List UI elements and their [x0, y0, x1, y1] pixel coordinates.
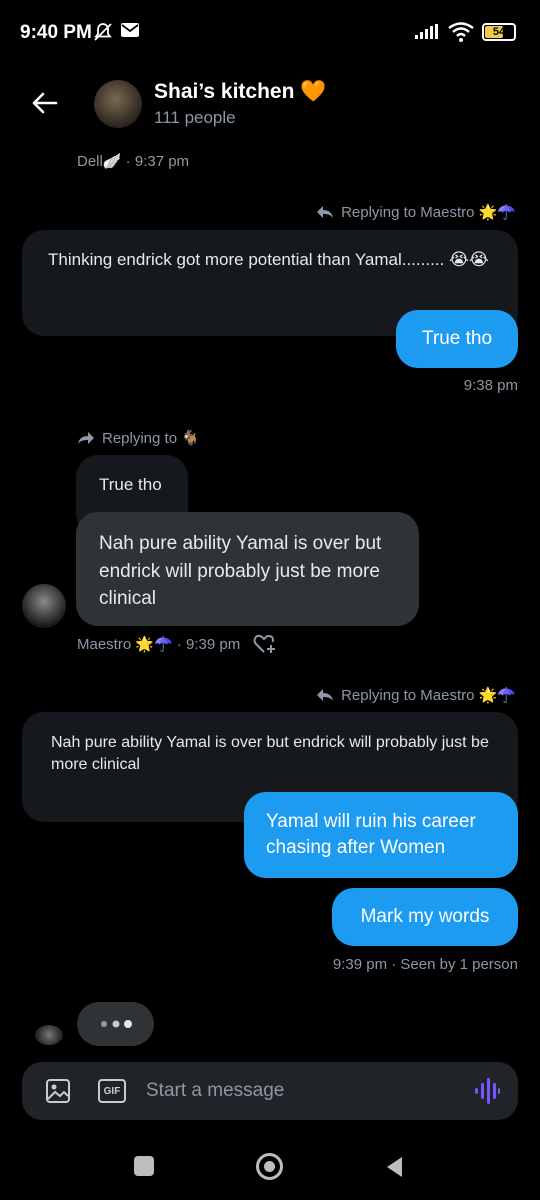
nav-recents-button[interactable] [134, 1156, 154, 1176]
group-avatar[interactable] [94, 80, 142, 128]
quoted-text: Nah pure ability Yamal is over but endri… [51, 734, 489, 773]
voice-icon[interactable] [474, 1077, 500, 1105]
signal-icon [415, 24, 438, 39]
heart-plus-icon[interactable] [253, 633, 277, 655]
message-meta: Maestro 🌟☂️ · 9:39 pm [77, 636, 241, 653]
reply-label: Replying to Maestro 🌟☂️ [315, 686, 516, 704]
reply-icon [317, 206, 334, 218]
quoted-text: Thinking endrick got more potential than… [48, 250, 489, 269]
message-text: Yamal will ruin his career chasing after… [266, 811, 476, 858]
reply-label-text: Replying to Maestro 🌟☂️ [341, 687, 516, 704]
message-bubble-received[interactable]: Nah pure ability Yamal is over but endri… [76, 512, 419, 626]
reply-label: Replying to Maestro 🌟☂️ [315, 203, 516, 221]
status-notification-icons [92, 22, 140, 42]
message-meta: 9:39 pm · Seen by 1 person [332, 956, 518, 973]
forward-reply-icon [78, 432, 94, 444]
gif-icon[interactable]: GIF [98, 1079, 126, 1103]
back-arrow-icon[interactable] [28, 86, 62, 120]
reply-icon [317, 689, 334, 701]
battery-indicator: 54 [482, 23, 516, 41]
message-input[interactable]: Start a message [146, 1080, 284, 1102]
wifi-icon [448, 22, 474, 42]
status-system-icons: 54 [414, 22, 516, 42]
muted-bell-icon [94, 23, 112, 41]
reply-label: Replying to 🐐 [76, 429, 200, 447]
typing-indicator [77, 1002, 154, 1046]
message-text: Nah pure ability Yamal is over but endri… [99, 533, 382, 609]
sender-avatar[interactable] [22, 584, 66, 628]
message-bubble-sent[interactable]: Mark my words [332, 888, 518, 946]
typing-dots-icon [101, 1020, 132, 1028]
message-bubble-sent[interactable]: True tho [396, 310, 518, 368]
chat-member-count[interactable]: 111 people [154, 108, 236, 128]
image-icon[interactable] [45, 1078, 71, 1104]
quoted-text: True tho [99, 475, 162, 494]
message-bubble-sent[interactable]: Yamal will ruin his career chasing after… [244, 792, 518, 878]
mail-icon [121, 23, 139, 37]
nav-home-button[interactable] [256, 1153, 283, 1180]
reply-label-text: Replying to 🐐 [102, 430, 200, 447]
nav-back-button[interactable] [384, 1155, 404, 1179]
reply-label-text: Replying to Maestro 🌟☂️ [341, 204, 516, 221]
message-meta: Dell🪽 · 9:37 pm [77, 153, 190, 170]
message-time: 9:38 pm [463, 377, 518, 394]
battery-level: 54 [492, 26, 506, 38]
status-time: 9:40 PM [20, 22, 92, 43]
chat-title[interactable]: Shai’s kitchen 🧡 [154, 80, 326, 104]
typing-user-avatar [35, 1025, 63, 1045]
